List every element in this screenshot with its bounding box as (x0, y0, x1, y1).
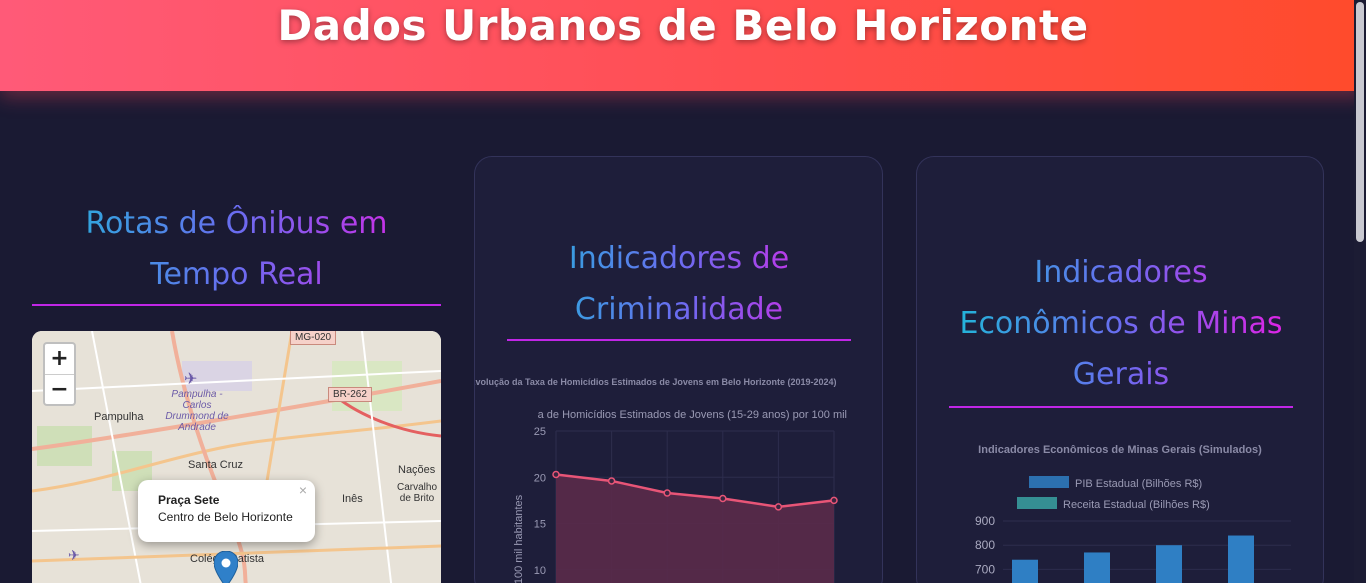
popup-close-icon[interactable]: × (299, 482, 307, 498)
area-fill (556, 474, 834, 583)
map-popup: × Praça Sete Centro de Belo Horizonte (138, 480, 315, 542)
legend-swatch (1017, 497, 1057, 509)
chart-legend: a de Homicídios Estimados de Jovens (15-… (538, 409, 847, 421)
location-marker-icon[interactable] (214, 551, 238, 583)
map-label-nacoes: Nações (398, 464, 436, 476)
bar (1156, 545, 1182, 583)
legend-label: Receita Estadual (Bilhões R$) (1063, 499, 1210, 511)
crime-card: Indicadores de Criminalidade Evolução da… (474, 156, 883, 583)
y-axis-label: or 100 mil habitantes (513, 494, 525, 583)
legend-label: PIB Estadual (Bilhões R$) (1075, 478, 1202, 490)
map-zoom-control: + − (43, 342, 76, 406)
economy-chart: Indicadores Econômicos de Minas Gerais (… (975, 444, 1291, 583)
data-point (552, 470, 560, 479)
popup-title: Praça Sete (158, 493, 220, 507)
map-label-pampulha: Pampulha (94, 411, 144, 423)
map-label-ines: Inês (342, 493, 363, 505)
bar (1228, 535, 1254, 583)
map-label-airport: Pampulha - Carlos Drummond de Andrade (165, 389, 229, 433)
y-tick-label: 800 (975, 538, 995, 552)
y-tick-label: 20 (534, 472, 546, 484)
chart-title: Evolução da Taxa de Homicídios Estimados… (475, 377, 836, 387)
bus-routes-title: Rotas de Ônibus em Tempo Real (32, 198, 441, 300)
data-point (719, 494, 727, 503)
bus-routes-map[interactable]: MG-020 BR-262 Pampulha Pampulha - Carlos… (32, 331, 441, 583)
bus-routes-section: Rotas de Ônibus em Tempo Real (32, 198, 441, 306)
popup-subtitle: Centro de Belo Horizonte (158, 510, 293, 524)
map-label-santa-cruz: Santa Cruz (188, 459, 244, 471)
vertical-scrollbar[interactable] (1354, 0, 1366, 583)
zoom-in-button[interactable]: + (45, 344, 74, 374)
y-tick-label: 10 (534, 565, 546, 577)
y-tick-label: 900 (975, 514, 995, 528)
data-point (830, 496, 838, 505)
airport-icon: ✈ (184, 371, 198, 388)
title-divider (32, 304, 441, 306)
y-tick-label: 15 (534, 519, 546, 531)
data-point (774, 503, 783, 511)
crime-chart: Evolução da Taxa de Homicídios Estimados… (475, 377, 847, 583)
page-title: Dados Urbanos de Belo Horizonte (277, 1, 1089, 50)
page-header: Dados Urbanos de Belo Horizonte (0, 0, 1366, 91)
road-sign-mg020: MG-020 (290, 331, 337, 345)
zoom-out-button[interactable]: − (45, 374, 74, 404)
scrollbar-thumb[interactable] (1356, 2, 1364, 242)
map-label-carvalho: Carvalho de Brito (396, 482, 438, 504)
economy-card: Indicadores Econômicos de Minas Gerais I… (916, 156, 1324, 583)
data-point (663, 489, 671, 497)
data-point (607, 477, 616, 485)
y-tick-label: 700 (975, 562, 995, 576)
y-tick-label: 25 (534, 426, 546, 438)
legend-swatch (1029, 476, 1069, 488)
map-tiles[interactable] (32, 331, 441, 583)
airplane-icon: ✈ (68, 547, 80, 563)
bar (1084, 552, 1110, 583)
road-sign-br262: BR-262 (328, 387, 372, 402)
bar (1012, 559, 1038, 583)
chart-title: Indicadores Econômicos de Minas Gerais (… (978, 444, 1262, 456)
